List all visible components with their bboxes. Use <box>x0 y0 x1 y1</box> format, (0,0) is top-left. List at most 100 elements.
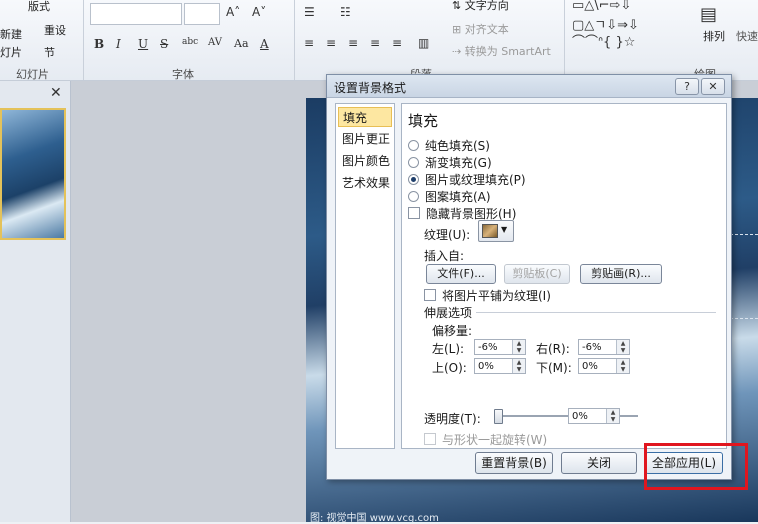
font-color-icon[interactable]: A <box>260 37 269 51</box>
group-slides-label: 幻灯片 <box>16 68 49 81</box>
checkbox[interactable] <box>408 207 420 219</box>
quick-styles-button[interactable]: 快速 <box>736 28 758 44</box>
bullets-icon[interactable]: ☰ <box>304 5 315 19</box>
new-slide-dropdown[interactable]: 灯片 <box>0 44 22 60</box>
reset-button[interactable]: 重设 <box>44 22 66 38</box>
category-list: 填充 图片更正 图片颜色 艺术效果 <box>335 103 395 449</box>
checkbox-label: 与形状一起旋转(W) <box>442 433 548 447</box>
nav-artistic-effects[interactable]: 艺术效果 <box>338 173 392 193</box>
right-offset-value: -6% <box>582 342 602 353</box>
file-button[interactable]: 文件(F)... <box>426 264 496 284</box>
columns-icon[interactable]: ▥ <box>418 36 429 50</box>
convert-smartart-label: 转换为 SmartArt <box>464 45 551 58</box>
radio-button[interactable] <box>408 140 419 151</box>
italic-icon[interactable]: I <box>116 37 121 51</box>
radio-solid-fill[interactable]: 纯色填充(S) <box>408 137 490 154</box>
radio-button[interactable] <box>408 174 419 185</box>
insert-from-label: 插入自: <box>424 249 465 263</box>
texture-picker[interactable]: ▼ <box>478 220 514 242</box>
radio-label: 渐变填充(G) <box>425 156 492 170</box>
change-case-icon[interactable]: Aa <box>234 37 249 50</box>
radio-label: 图片或纹理填充(P) <box>425 173 526 187</box>
dialog-titlebar: 设置背景格式 ? ✕ <box>327 75 731 98</box>
spinner-arrows-icon[interactable]: ▲ ▼ <box>512 359 525 373</box>
bottom-offset-value: 0% <box>582 361 598 372</box>
left-offset-value: -6% <box>478 342 498 353</box>
justify-icon[interactable]: ≡ <box>370 36 380 50</box>
nav-picture-corrections[interactable]: 图片更正 <box>338 129 392 149</box>
texture-swatch-icon <box>482 224 498 238</box>
nav-fill[interactable]: 填充 <box>338 107 392 127</box>
align-right-icon[interactable]: ≡ <box>348 36 358 50</box>
close-icon[interactable]: ✕ <box>701 78 725 95</box>
left-offset-input[interactable]: -6% ▲ ▼ <box>474 339 526 355</box>
arrange-icon[interactable]: ▤ <box>700 4 717 25</box>
bottom-offset-input[interactable]: 0% ▲ ▼ <box>578 358 630 374</box>
font-size-combo[interactable] <box>184 3 220 25</box>
radio-gradient-fill[interactable]: 渐变填充(G) <box>408 154 492 171</box>
right-offset-label: 右(R): <box>536 342 570 356</box>
reset-background-button[interactable]: 重置背景(B) <box>475 452 553 474</box>
numbering-icon[interactable]: ☷ <box>340 5 351 19</box>
grow-font-icon[interactable]: A˄ <box>226 5 240 19</box>
radio-button[interactable] <box>408 157 419 168</box>
arrange-button[interactable]: 排列 <box>703 28 725 44</box>
font-format-buttons: B I U Sabc AV Aa A <box>94 37 284 53</box>
shadow-icon[interactable]: abc <box>182 37 198 47</box>
ribbon: 版式 新建 重设 灯片 节 幻灯片 A˄ A˅ B I U Sabc AV Aa A 字体 … <box>0 0 758 81</box>
checkbox[interactable] <box>424 289 436 301</box>
layout-button[interactable]: 版式 <box>28 0 50 14</box>
fill-panel: 填充 纯色填充(S) 渐变填充(G) 图片或纹理填充(P) 图案填充(A) 隐藏… <box>401 103 727 449</box>
strikethrough-icon[interactable]: S <box>160 37 168 51</box>
top-offset-value: 0% <box>478 361 494 372</box>
top-offset-input[interactable]: 0% ▲ ▼ <box>474 358 526 374</box>
shapes-gallery-row3[interactable]: ⌒⌒ᐢ{ }☆ <box>572 31 635 50</box>
close-button[interactable]: 关闭 <box>561 452 637 474</box>
text-direction-button[interactable]: ⇅ 文字方向 <box>452 0 509 13</box>
section-button[interactable]: 节 <box>44 44 55 60</box>
align-left-icon[interactable]: ≡ <box>304 36 314 50</box>
checkbox[interactable] <box>424 433 436 445</box>
radio-label: 图案填充(A) <box>425 190 491 204</box>
rotate-with-shape-checkbox[interactable]: 与形状一起旋转(W) <box>424 431 547 448</box>
radio-button[interactable] <box>408 191 419 202</box>
align-center-icon[interactable]: ≡ <box>326 36 336 50</box>
clipart-button[interactable]: 剪贴画(R)... <box>580 264 662 284</box>
transparency-value: 0% <box>572 411 588 422</box>
close-pane-icon[interactable]: ✕ <box>50 85 62 101</box>
bold-icon[interactable]: B <box>94 37 104 51</box>
right-offset-input[interactable]: -6% ▲ ▼ <box>578 339 630 355</box>
divider <box>476 312 716 313</box>
spinner-arrows-icon[interactable]: ▲ ▼ <box>606 409 619 423</box>
divider <box>294 0 295 80</box>
bottom-offset-label: 下(M): <box>536 361 572 375</box>
radio-picture-fill[interactable]: 图片或纹理填充(P) <box>408 171 526 188</box>
stretch-options-label: 伸展选项 <box>424 306 473 320</box>
align-text-button[interactable]: ⊞ 对齐文本 <box>452 21 509 37</box>
char-spacing-icon[interactable]: AV <box>208 37 222 48</box>
nav-picture-color[interactable]: 图片颜色 <box>338 151 392 171</box>
help-button[interactable]: ? <box>675 78 699 95</box>
transparency-input[interactable]: 0% ▲ ▼ <box>568 408 620 424</box>
align-text-label: 对齐文本 <box>464 23 509 36</box>
transparency-label: 透明度(T): <box>424 412 481 426</box>
tile-texture-checkbox[interactable]: 将图片平铺为纹理(I) <box>424 287 551 304</box>
font-name-combo[interactable] <box>90 3 182 25</box>
spinner-arrows-icon[interactable]: ▲ ▼ <box>616 340 629 354</box>
spinner-arrows-icon[interactable]: ▲ ▼ <box>616 359 629 373</box>
placeholder-border <box>730 318 758 319</box>
shrink-font-icon[interactable]: A˅ <box>252 5 266 19</box>
slide-thumbnail[interactable] <box>0 108 66 240</box>
shapes-gallery-row1[interactable]: ▭△\⌐⇨⇩ <box>572 0 631 13</box>
new-slide-button[interactable]: 新建 <box>0 26 22 42</box>
placeholder-border <box>730 234 758 235</box>
radio-pattern-fill[interactable]: 图案填充(A) <box>408 188 491 205</box>
convert-smartart-button[interactable]: ⇢ 转换为 SmartArt <box>452 43 551 59</box>
slider-thumb[interactable] <box>494 409 503 424</box>
spinner-arrows-icon[interactable]: ▲ ▼ <box>512 340 525 354</box>
offset-label: 偏移量: <box>432 324 473 338</box>
distribute-icon[interactable]: ≡ <box>392 36 402 50</box>
clipboard-button[interactable]: 剪贴板(C) <box>504 264 570 284</box>
format-background-dialog: 设置背景格式 ? ✕ 填充 图片更正 图片颜色 艺术效果 填充 纯色填充(S) … <box>326 74 732 480</box>
underline-icon[interactable]: U <box>138 37 148 51</box>
